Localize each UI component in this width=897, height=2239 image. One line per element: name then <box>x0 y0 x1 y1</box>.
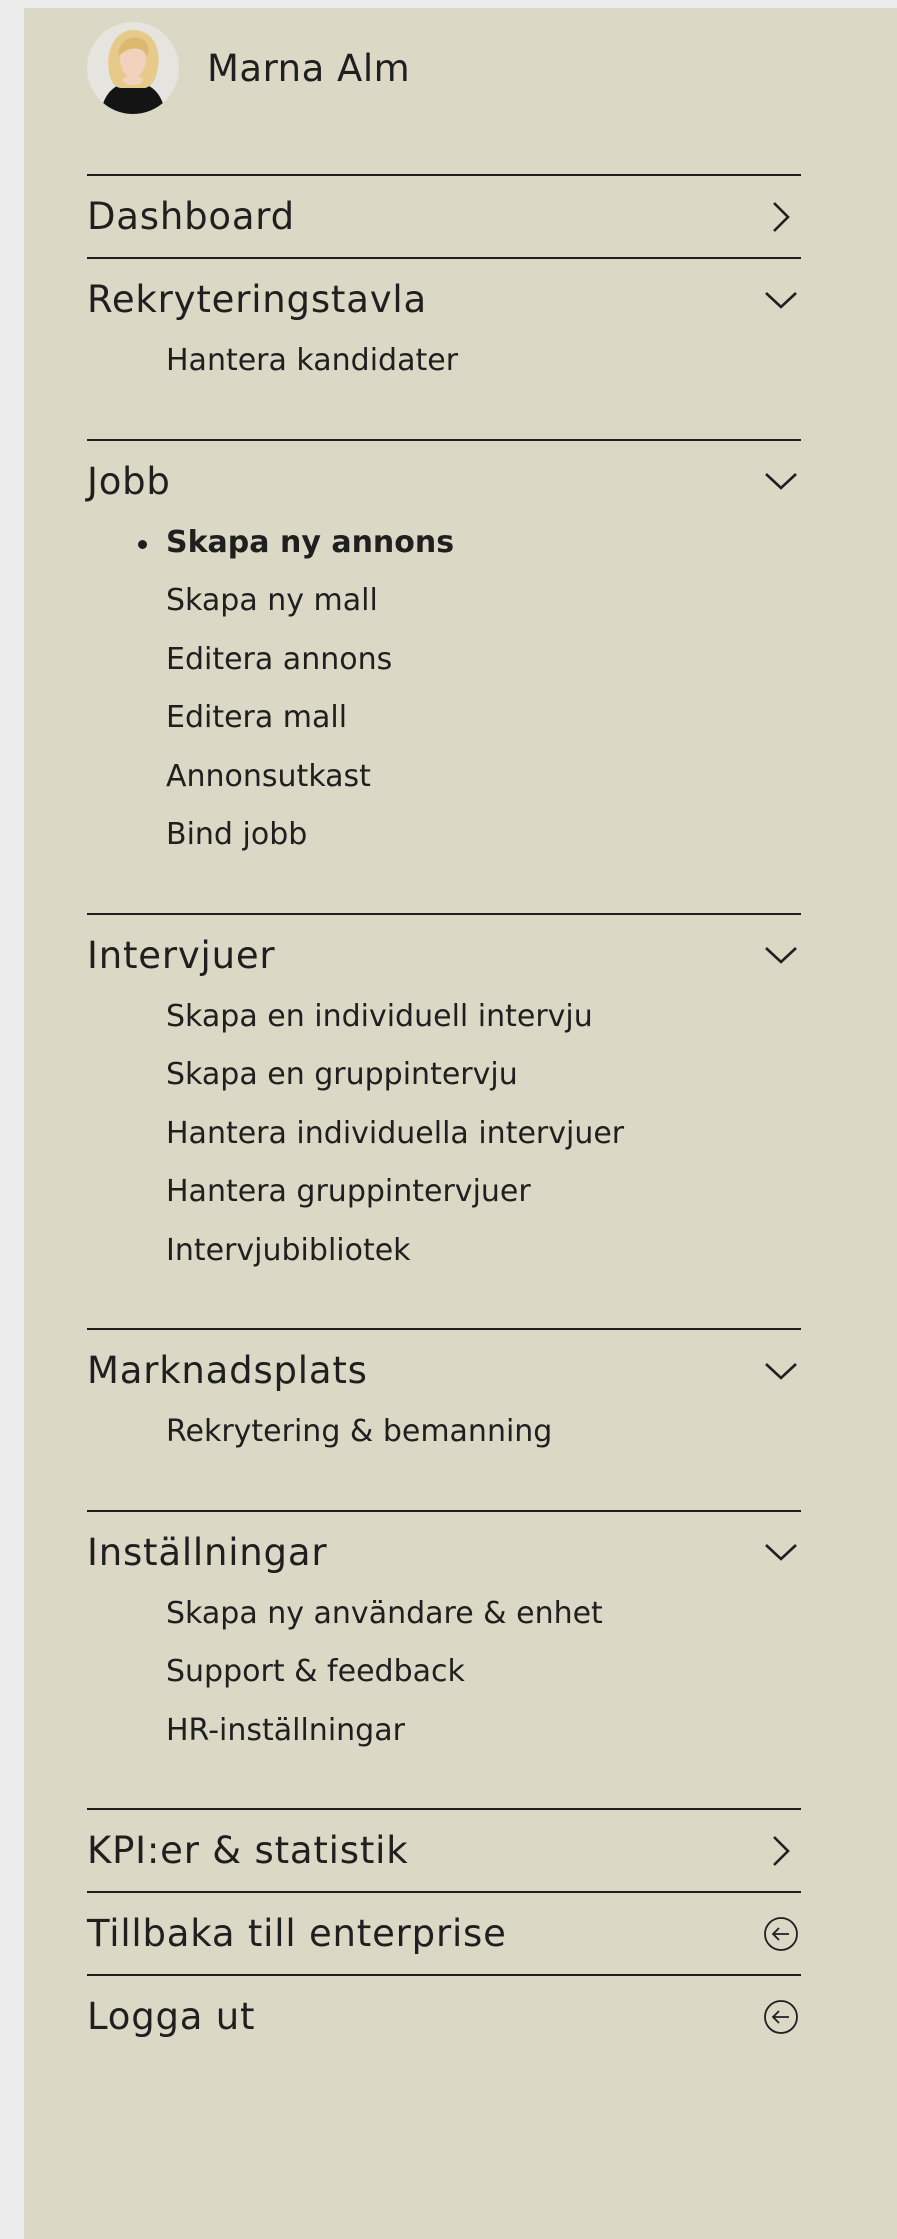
chevron-right-icon <box>763 1833 799 1869</box>
nav-item-marknadsplats[interactable]: Marknadsplats <box>87 1330 801 1411</box>
submenu-item-editera-annons[interactable]: Editera annons <box>166 631 801 690</box>
submenu-item-hantera-gruppintervjuer[interactable]: Hantera gruppintervjuer <box>166 1163 801 1222</box>
nav-section-intervjuer: Intervjuer Skapa en individuell intervju… <box>87 912 801 1329</box>
circle-arrow-left-icon <box>763 1999 799 2035</box>
chevron-right-icon <box>763 199 799 235</box>
chevron-down-icon <box>763 1353 799 1389</box>
nav-item-installningar[interactable]: Inställningar <box>87 1512 801 1593</box>
nav-item-label: Inställningar <box>87 1530 328 1574</box>
submenu-item-support-feedback[interactable]: Support & feedback <box>166 1643 801 1702</box>
nav-item-label: Marknadsplats <box>87 1349 368 1392</box>
nav-section-rekryteringstavla: Rekryteringstavla Hantera kandidater <box>87 257 801 439</box>
user-profile[interactable]: Marna Alm <box>87 20 410 116</box>
submenu-intervjuer: Skapa en individuell intervju Skapa en g… <box>87 988 801 1281</box>
nav-section-kpi: KPI:er & statistik <box>87 1808 801 1891</box>
submenu-item-skapa-ny-anvandare[interactable]: Skapa ny användare & enhet <box>166 1585 801 1644</box>
nav-item-kpi-statistik[interactable]: KPI:er & statistik <box>87 1810 801 1891</box>
submenu-item-annonsutkast[interactable]: Annonsutkast <box>166 748 801 807</box>
nav-item-jobb[interactable]: Jobb <box>87 441 801 522</box>
nav-item-label: Jobb <box>87 459 171 503</box>
submenu-item-skapa-ny-mall[interactable]: Skapa ny mall <box>166 572 801 631</box>
nav-item-label: Intervjuer <box>87 933 276 977</box>
nav-section-tillbaka: Tillbaka till enterprise <box>87 1891 801 1974</box>
avatar <box>87 22 179 114</box>
submenu-jobb: Skapa ny annons Skapa ny mall Editera an… <box>87 514 801 865</box>
submenu-marknadsplats: Rekrytering & bemanning <box>87 1403 801 1462</box>
submenu-item-hantera-kandidater[interactable]: Hantera kandidater <box>166 332 801 391</box>
submenu-item-skapa-ny-annons[interactable]: Skapa ny annons <box>138 514 801 573</box>
submenu-item-skapa-gruppintervju[interactable]: Skapa en gruppintervju <box>166 1046 801 1105</box>
nav-item-label: Rekryteringstavla <box>87 278 427 321</box>
sidebar-panel: Marna Alm Dashboard Rekryteringstavla Ha… <box>24 8 897 2239</box>
submenu-item-bind-jobb[interactable]: Bind jobb <box>166 806 801 865</box>
nav-item-label: Dashboard <box>87 195 295 238</box>
sidebar-nav: Dashboard Rekryteringstavla Hantera kand… <box>87 174 801 2057</box>
nav-section-marknadsplats: Marknadsplats Rekrytering & bemanning <box>87 1328 801 1510</box>
nav-item-intervjuer[interactable]: Intervjuer <box>87 915 801 996</box>
nav-item-label: Logga ut <box>87 1995 256 2038</box>
nav-item-tillbaka-enterprise[interactable]: Tillbaka till enterprise <box>87 1893 801 1974</box>
nav-item-logga-ut[interactable]: Logga ut <box>87 1976 801 2057</box>
circle-arrow-left-icon <box>763 1916 799 1952</box>
nav-section-jobb: Jobb Skapa ny annons Skapa ny mall Edite… <box>87 438 801 913</box>
submenu-installningar: Skapa ny användare & enhet Support & fee… <box>87 1585 801 1761</box>
nav-item-rekryteringstavla[interactable]: Rekryteringstavla <box>87 259 801 340</box>
nav-item-label: Tillbaka till enterprise <box>87 1912 507 1955</box>
chevron-down-icon <box>763 282 799 318</box>
submenu-item-intervjubibliotek[interactable]: Intervjubibliotek <box>166 1222 801 1281</box>
submenu-item-hantera-individuella-intervjuer[interactable]: Hantera individuella intervjuer <box>166 1105 801 1164</box>
chevron-down-icon <box>763 1534 799 1570</box>
nav-section-dashboard: Dashboard <box>87 174 801 257</box>
submenu-rekryteringstavla: Hantera kandidater <box>87 332 801 391</box>
submenu-item-editera-mall[interactable]: Editera mall <box>166 689 801 748</box>
nav-item-label: KPI:er & statistik <box>87 1829 409 1872</box>
user-name: Marna Alm <box>207 46 411 90</box>
submenu-item-rekrytering-bemanning[interactable]: Rekrytering & bemanning <box>166 1403 801 1462</box>
nav-section-logout: Logga ut <box>87 1974 801 2057</box>
nav-item-dashboard[interactable]: Dashboard <box>87 176 801 257</box>
submenu-item-hr-installningar[interactable]: HR-inställningar <box>166 1702 801 1761</box>
chevron-down-icon <box>763 463 799 499</box>
chevron-down-icon <box>763 937 799 973</box>
nav-section-installningar: Inställningar Skapa ny användare & enhet… <box>87 1509 801 1809</box>
submenu-item-skapa-individuell-intervju[interactable]: Skapa en individuell intervju <box>166 988 801 1047</box>
